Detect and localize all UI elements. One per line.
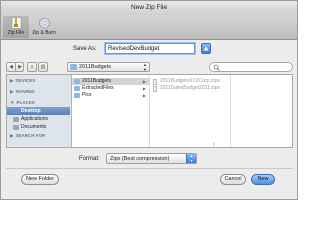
footer-divider [6, 168, 293, 169]
new-folder-button[interactable]: New Folder [21, 174, 59, 185]
cancel-button[interactable]: Cancel [220, 174, 246, 185]
sidebar-section-places[interactable]: ▼ PLACES [10, 100, 35, 105]
desktop-icon [13, 108, 19, 114]
back-arrow-icon[interactable]: ◀ [7, 63, 15, 71]
disclosure-triangle-icon: ▶ [10, 78, 14, 83]
disclosure-triangle-icon: ▶ [10, 89, 14, 94]
toolbar: Zip File Zip & Burn [1, 15, 297, 40]
zipx-file-icon [153, 85, 157, 92]
save-dialog-window: New Zip File Zip File Zip & Burn Save As… [0, 0, 298, 200]
forward-arrow-icon[interactable]: ▶ [16, 63, 24, 71]
chevron-right-icon: ▶ [142, 93, 146, 98]
sidebar-section-devices[interactable]: ▶ DEVICES [10, 78, 35, 84]
select-arrows-icon: ▲ ▼ [186, 154, 196, 163]
disclosure-triangle-icon: ▼ [10, 100, 15, 105]
list-item[interactable]: Pics ▶ [72, 92, 149, 99]
sidebar-item-applications[interactable]: Applications [7, 115, 70, 123]
column-one: 2011Budgets ▶ ExtractedFiles ▶ Pics ▶ || [72, 75, 215, 147]
search-field[interactable] [209, 62, 293, 72]
sidebar-item-desktop[interactable]: Desktop [7, 107, 70, 115]
zip-file-label: Zip File [7, 30, 25, 36]
format-select-value: Zipx (Best compression) [110, 156, 170, 162]
save-as-label: Save As: [73, 46, 97, 52]
zip-and-burn-label: Zip & Burn [32, 30, 56, 36]
zip-file-icon [11, 17, 21, 29]
chevron-up-icon [203, 46, 209, 51]
list-item[interactable]: ExtractedFiles ▶ [72, 85, 149, 92]
sidebar-section-shared[interactable]: ▶ SHARED [10, 89, 34, 95]
folder-icon [74, 93, 80, 98]
search-icon [213, 64, 220, 71]
documents-icon [13, 124, 19, 130]
folder-icon [74, 79, 80, 84]
location-popup[interactable]: 2011Budgets ▲ ▼ [67, 62, 150, 72]
new-button[interactable]: New [251, 174, 275, 185]
sidebar-section-search-for[interactable]: ▶ SEARCH FOR [10, 133, 45, 139]
list-view-button[interactable]: ≡ [27, 62, 37, 72]
back-forward-buttons: ◀ ▶ [6, 62, 24, 72]
applications-icon [13, 116, 19, 122]
list-item: 2011BudgetsXYZCorp.zipx [150, 78, 230, 85]
popup-arrows-icon: ▲ ▼ [143, 62, 147, 72]
sidebar-item-documents[interactable]: Documents [7, 123, 70, 131]
chevron-right-icon: ▶ [142, 86, 146, 91]
zipx-file-icon [153, 78, 157, 85]
column-two: 2011BudgetsXYZCorp.zipx 2011SalesBudget2… [150, 75, 231, 147]
file-browser: ▶ DEVICES ▶ SHARED ▼ PLACES Desktop Applica… [6, 74, 293, 148]
list-item[interactable]: 2011Budgets ▶ [72, 78, 149, 85]
chevron-right-icon: ▶ [142, 79, 146, 84]
sidebar: ▶ DEVICES ▶ SHARED ▼ PLACES Desktop Applica… [7, 75, 72, 147]
list-item: 2011SalesBudget2011.zipx [150, 85, 230, 92]
expand-dialog-button[interactable] [201, 43, 211, 54]
zip-and-burn-toolbar-button[interactable]: Zip & Burn [31, 16, 57, 38]
disclosure-triangle-icon: ▶ [10, 133, 14, 138]
disc-icon [38, 17, 50, 29]
window-title: New Zip File [1, 1, 297, 15]
column-view-button[interactable]: ▥ [38, 62, 48, 72]
save-as-input[interactable]: RevisedDevBudget [105, 43, 195, 54]
zip-file-toolbar-button[interactable]: Zip File [3, 16, 29, 38]
format-select[interactable]: Zipx (Best compression) ▲ ▼ [106, 153, 197, 164]
format-label: Format: [79, 156, 100, 162]
folder-icon [74, 86, 80, 91]
location-popup-value: 2011Budgets [79, 64, 112, 70]
folder-icon [70, 64, 77, 70]
